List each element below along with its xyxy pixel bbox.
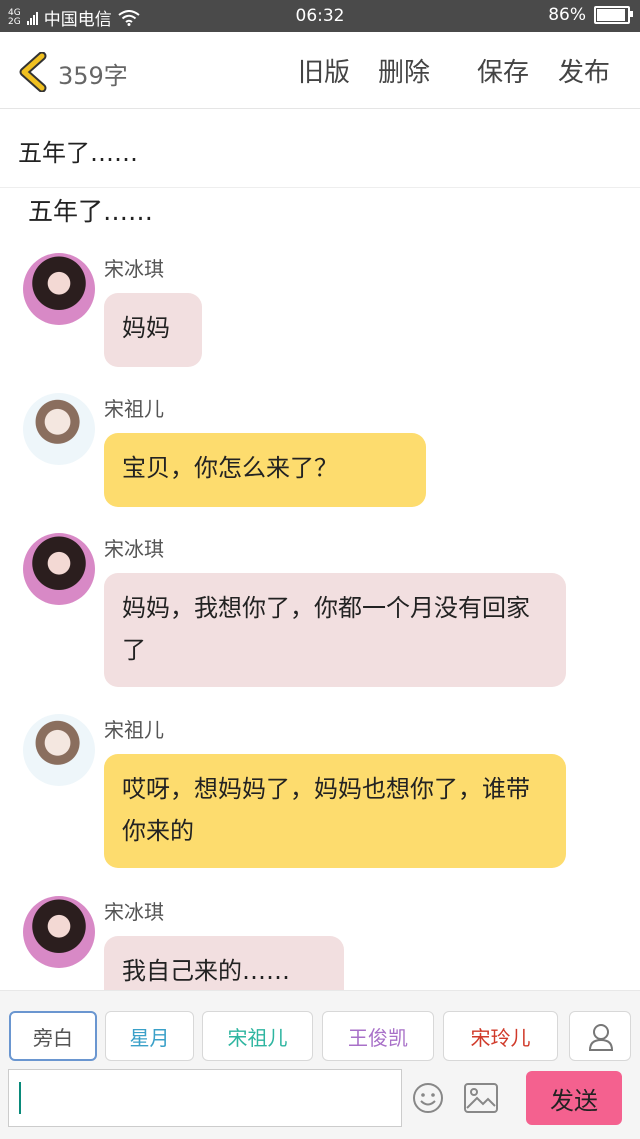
- message-bubble[interactable]: 宝贝，你怎么来了？: [104, 433, 426, 507]
- sender-name: 宋祖儿: [104, 718, 164, 742]
- role-label: 宋祖儿: [227, 1025, 288, 1050]
- editor-toolbar: 359字 旧版 删除 保存 发布: [0, 32, 640, 109]
- old-version-button[interactable]: 旧版: [298, 52, 350, 89]
- back-arrow-icon[interactable]: [16, 52, 50, 92]
- title-text: 五年了……: [18, 139, 138, 167]
- avatar[interactable]: [23, 896, 95, 968]
- sender-name: 宋冰琪: [104, 900, 164, 924]
- text-cursor: [19, 1082, 21, 1114]
- role-narration[interactable]: 旁白: [9, 1011, 97, 1061]
- message-bubble[interactable]: 妈妈: [104, 293, 202, 367]
- publish-button[interactable]: 发布: [558, 52, 610, 89]
- message-input[interactable]: [8, 1069, 402, 1127]
- role-label: 旁白: [33, 1025, 73, 1050]
- send-button[interactable]: 发送: [526, 1071, 622, 1125]
- battery-icon: [594, 6, 633, 24]
- delete-button[interactable]: 删除: [378, 52, 430, 89]
- word-count: 359字: [58, 62, 128, 90]
- person-icon: [588, 1024, 614, 1051]
- status-bar: 4G 2G 中国电信 06:32 86%: [0, 0, 640, 32]
- sender-name: 宋祖儿: [104, 397, 164, 421]
- emoji-icon[interactable]: [412, 1082, 444, 1114]
- avatar[interactable]: [23, 533, 95, 605]
- avatar[interactable]: [23, 253, 95, 325]
- role-label: 王俊凯: [348, 1025, 408, 1050]
- sender-name: 宋冰琪: [104, 257, 164, 281]
- add-role-button[interactable]: [569, 1011, 631, 1061]
- title-field[interactable]: 五年了……: [0, 109, 640, 188]
- narration-text[interactable]: 五年了……: [28, 192, 153, 228]
- role-label: 宋玲儿: [470, 1025, 531, 1050]
- role-songlinger[interactable]: 宋玲儿: [443, 1011, 558, 1061]
- avatar[interactable]: [23, 393, 95, 465]
- image-icon[interactable]: [464, 1083, 498, 1113]
- message-bubble[interactable]: 妈妈，我想你了，你都一个月没有回家了: [104, 573, 566, 687]
- role-songzuer[interactable]: 宋祖儿: [202, 1011, 313, 1061]
- avatar[interactable]: [23, 714, 95, 786]
- sender-name: 宋冰琪: [104, 537, 164, 561]
- role-label: 星月: [129, 1025, 170, 1050]
- clock: 06:32: [295, 6, 345, 26]
- role-wangjunkai[interactable]: 王俊凯: [322, 1011, 434, 1061]
- composer-panel: 旁白 星月 宋祖儿 王俊凯 宋玲儿 发送: [0, 990, 640, 1139]
- message-bubble[interactable]: 哎呀，想妈妈了，妈妈也想你了，谁带你来的: [104, 754, 566, 868]
- save-button[interactable]: 保存: [477, 52, 529, 89]
- role-xingyue[interactable]: 星月: [105, 1011, 194, 1061]
- send-label: 发送: [550, 1086, 598, 1115]
- battery-percent: 86%: [548, 5, 586, 25]
